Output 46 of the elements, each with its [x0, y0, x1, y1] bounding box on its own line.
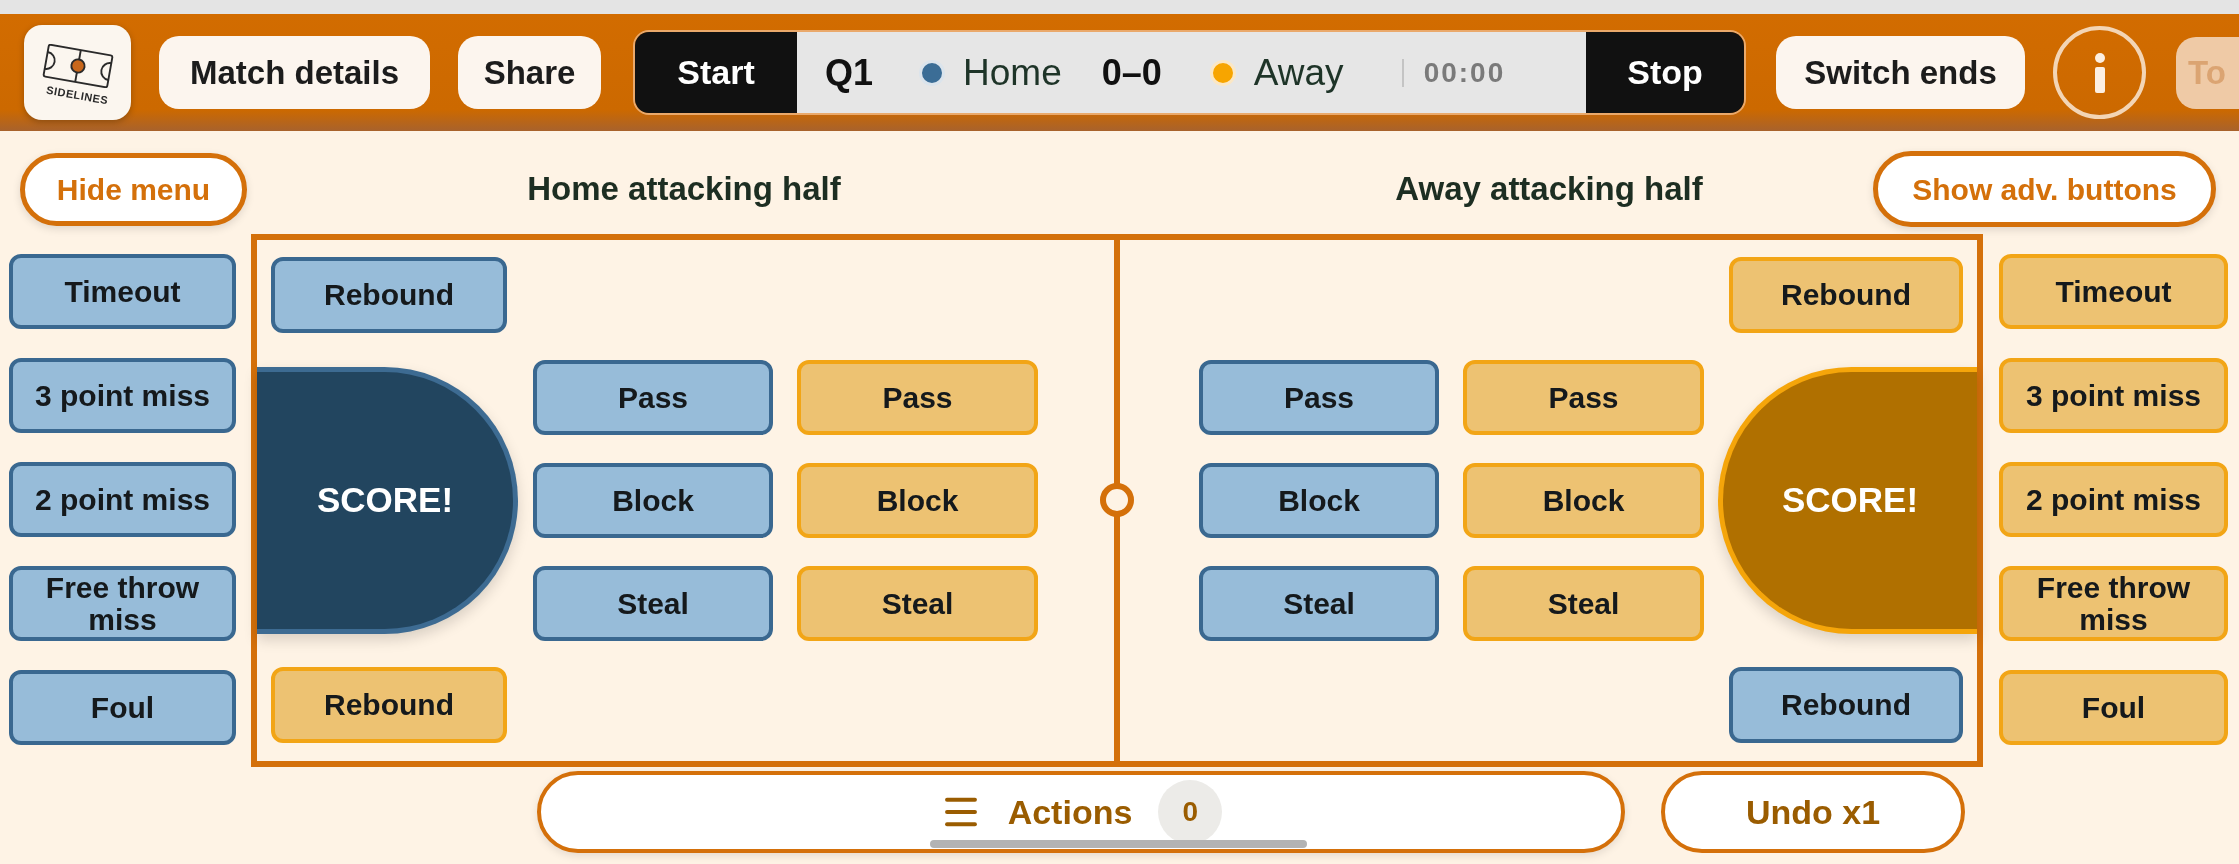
court-action-button[interactable]: Steal: [797, 566, 1038, 641]
score-button[interactable]: SCORE!: [1718, 367, 1977, 634]
side-action-button[interactable]: 2 point miss: [9, 462, 236, 537]
court-action-button[interactable]: Block: [1463, 463, 1704, 538]
side-action-button[interactable]: Foul: [9, 670, 236, 745]
half-title: Home attacking half: [527, 169, 841, 210]
logo-text: SIDELINES: [45, 84, 110, 107]
court-action-button[interactable]: Steal: [1199, 566, 1439, 641]
court-action-button[interactable]: Pass: [533, 360, 773, 435]
side-action-button[interactable]: 2 point miss: [1999, 462, 2228, 537]
stop-button[interactable]: Stop: [1586, 32, 1744, 113]
court-action-button[interactable]: Pass: [797, 360, 1038, 435]
actions-bar[interactable]: Actions 0: [537, 771, 1625, 853]
score-text: 0–0: [1101, 50, 1162, 95]
rebound-button[interactable]: Rebound: [1729, 257, 1963, 333]
start-button[interactable]: Start: [635, 32, 797, 113]
rebound-button[interactable]: Rebound: [1729, 667, 1963, 743]
logo-tile[interactable]: SIDELINES: [24, 25, 131, 120]
match-details-button[interactable]: Match details: [159, 36, 430, 109]
side-action-button[interactable]: Free throw miss: [9, 566, 236, 641]
half-title: Away attacking half: [1395, 169, 1703, 210]
court-action-button[interactable]: Pass: [1463, 360, 1704, 435]
court-action-button[interactable]: Block: [797, 463, 1038, 538]
share-button[interactable]: Share: [458, 36, 601, 109]
undo-button[interactable]: Undo x1: [1661, 771, 1965, 853]
court-action-button[interactable]: Steal: [533, 566, 773, 641]
rebound-button[interactable]: Rebound: [271, 257, 507, 333]
rebound-button[interactable]: Rebound: [271, 667, 507, 743]
score-button[interactable]: SCORE!: [257, 367, 518, 634]
court-action-button[interactable]: Block: [1199, 463, 1439, 538]
side-action-button[interactable]: Foul: [1999, 670, 2228, 745]
side-action-button[interactable]: 3 point miss: [1999, 358, 2228, 433]
side-action-button[interactable]: 3 point miss: [9, 358, 236, 433]
side-action-button[interactable]: Free throw miss: [1999, 566, 2228, 641]
court-action-button[interactable]: Pass: [1199, 360, 1439, 435]
team-name: Away: [1253, 50, 1344, 95]
clock-text: 00:00: [1423, 55, 1506, 90]
info-button[interactable]: [2053, 26, 2146, 119]
period-label: Q1: [825, 50, 874, 95]
switch-ends-button[interactable]: Switch ends: [1776, 36, 2025, 109]
info-icon: [2092, 52, 2107, 93]
team-name: Home: [963, 50, 1062, 95]
side-action-button[interactable]: Timeout: [9, 254, 236, 329]
court-action-button[interactable]: Block: [533, 463, 773, 538]
court-action-button[interactable]: Steal: [1463, 566, 1704, 641]
side-action-button[interactable]: Timeout: [1999, 254, 2228, 329]
